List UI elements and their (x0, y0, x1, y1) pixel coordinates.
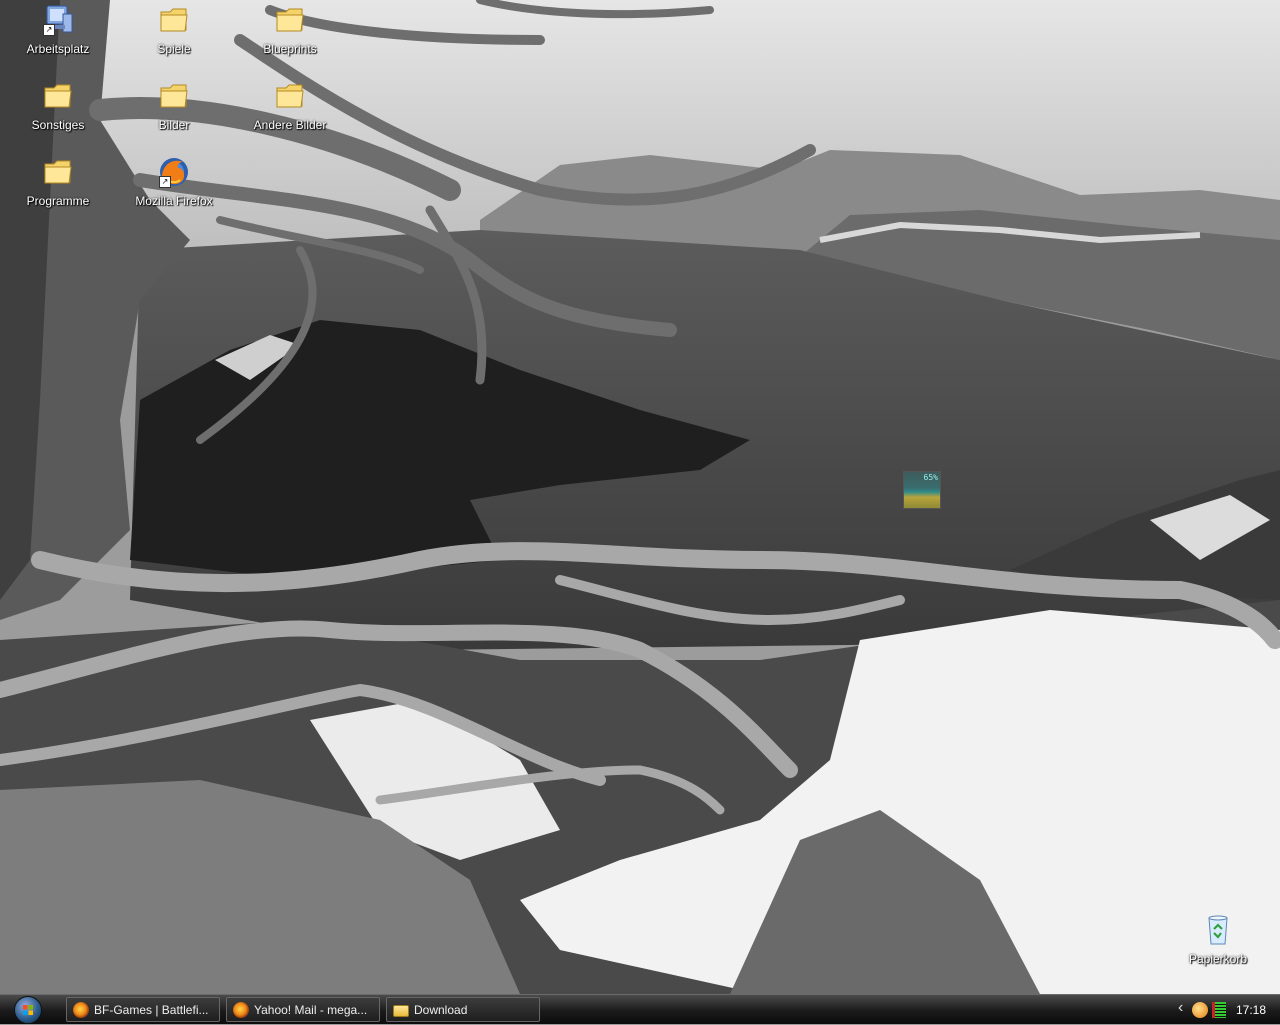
desktop-icon-papierkorb[interactable]: Papierkorb (1170, 912, 1266, 978)
desktop-icon-arbeitsplatz[interactable]: ↗ Arbeitsplatz (10, 2, 106, 68)
folder-icon (157, 80, 191, 112)
taskbar-button-download[interactable]: Download (386, 997, 540, 1022)
desktop-icon-label: Arbeitsplatz (26, 42, 90, 56)
folder-icon (157, 4, 191, 36)
desktop-wallpaper (0, 0, 1280, 994)
desktop-icon-sonstiges[interactable]: Sonstiges (10, 78, 106, 144)
desktop-icon-label: Programme (26, 194, 90, 208)
desktop-icon-label: Spiele (157, 42, 191, 56)
folder-icon (273, 80, 307, 112)
start-button[interactable] (14, 996, 42, 1024)
desktop-icon-label: Blueprints (263, 42, 317, 56)
recycle-bin-icon (1201, 914, 1235, 946)
desktop-icon-label: Andere Bilder (253, 118, 327, 132)
desktop-icon-bilder[interactable]: Bilder (126, 78, 222, 144)
gadget-label: 65% (923, 473, 938, 482)
computer-icon: ↗ (41, 4, 75, 36)
folder-icon (393, 1004, 409, 1017)
desktop-icon-programme[interactable]: Programme (10, 154, 106, 220)
firefox-icon (233, 1001, 249, 1018)
desktop-icon-label: Sonstiges (31, 118, 85, 132)
taskbar-button-label: Yahoo! Mail - mega... (254, 1002, 368, 1017)
tray-expand-button[interactable]: ‹ (1178, 999, 1183, 1017)
firefox-icon (73, 1001, 89, 1018)
taskbar-button-bf-games[interactable]: BF-Games | Battlefi... (66, 997, 220, 1022)
taskbar-clock[interactable]: 17:18 (1236, 1003, 1266, 1017)
folder-icon (41, 80, 75, 112)
media-player-icon[interactable] (1192, 1002, 1208, 1018)
network-status-icon[interactable] (1212, 1002, 1226, 1018)
desktop-icon-blueprints[interactable]: Blueprints (242, 2, 338, 68)
desktop-icon-label: Mozilla Firefox (135, 194, 213, 208)
taskbar: BF-Games | Battlefi... Yahoo! Mail - meg… (0, 994, 1280, 1024)
taskbar-button-label: BF-Games | Battlefi... (94, 1002, 209, 1017)
firefox-icon: ↗ (157, 156, 191, 188)
desktop-icon-andere-bilder[interactable]: Andere Bilder (242, 78, 338, 144)
desktop-icon-spiele[interactable]: Spiele (126, 2, 222, 68)
desktop-icon-label: Papierkorb (1188, 952, 1248, 966)
folder-icon (41, 156, 75, 188)
desktop-icon-label: Bilder (158, 118, 190, 132)
meter-gadget[interactable]: 65% (903, 471, 941, 509)
desktop-icon-mozilla-firefox[interactable]: ↗ Mozilla Firefox (126, 154, 222, 220)
folder-icon (273, 4, 307, 36)
taskbar-button-label: Download (414, 1002, 468, 1017)
taskbar-button-yahoo-mail[interactable]: Yahoo! Mail - mega... (226, 997, 380, 1022)
windows-orb-icon (23, 1005, 33, 1015)
